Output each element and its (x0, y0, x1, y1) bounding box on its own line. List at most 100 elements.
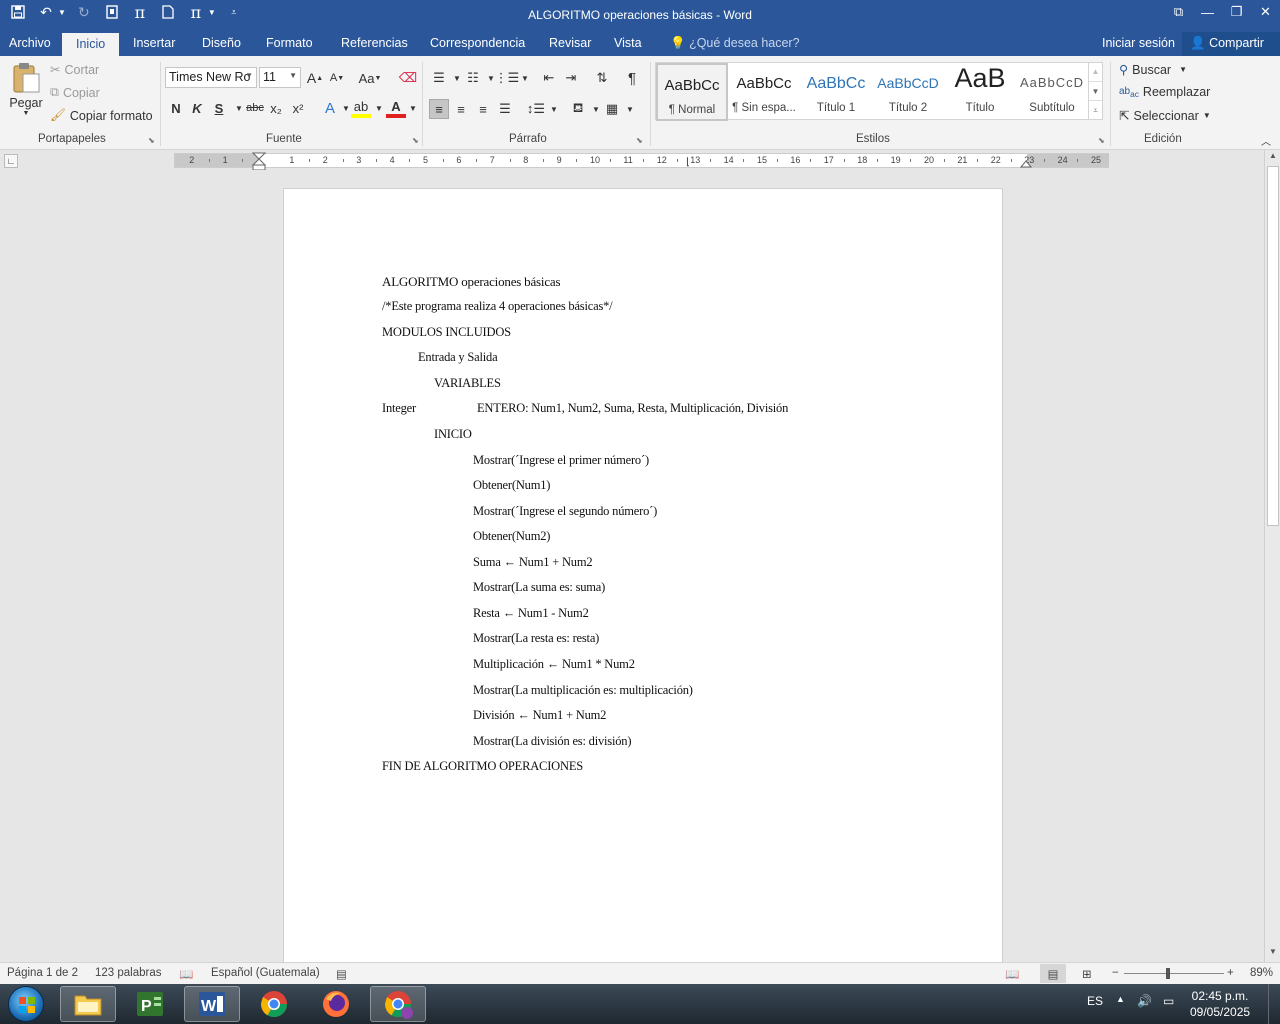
style-heading-2[interactable]: AaBbCcD Título 2 (872, 63, 944, 121)
highlight-button[interactable]: ab (351, 98, 371, 118)
indent-marker-icon[interactable] (252, 152, 266, 172)
tell-me-search[interactable]: 💡 ¿Qué desea hacer? (670, 36, 800, 51)
scroll-down-icon[interactable]: ▼ (1265, 947, 1280, 961)
taskbar-word[interactable]: W (184, 986, 240, 1022)
close-button[interactable]: ✕ (1251, 0, 1280, 24)
macro-icon[interactable]: ▤ (336, 967, 347, 981)
font-size-dropdown-icon[interactable]: ▼ (289, 71, 297, 80)
doc-line[interactable]: Suma ← Num1 + Num2 (473, 555, 593, 570)
zoom-in-button[interactable]: + (1227, 967, 1234, 979)
doc-line[interactable]: MODULOS INCLUIDOS (382, 325, 511, 340)
doc-line[interactable]: Obtener(Num2) (473, 529, 550, 544)
doc-line[interactable]: INICIO (434, 427, 472, 442)
multilevel-list-button[interactable]: ⋮☰ (495, 68, 520, 88)
clipboard-launcher-icon[interactable]: ⬊ (148, 136, 155, 145)
doc-line[interactable]: ALGORITMO operaciones básicas (382, 274, 561, 290)
tab-diseno[interactable]: Diseño (202, 36, 241, 50)
zoom-level[interactable]: 89% (1250, 967, 1273, 979)
change-case-button[interactable]: Aa ▼ (356, 68, 384, 88)
action-center-icon[interactable]: ▭ (1163, 994, 1174, 1008)
read-mode-button[interactable]: 📖 (1005, 967, 1019, 981)
doc-line[interactable]: Obtener(Num1) (473, 478, 550, 493)
proofing-icon[interactable]: 📖 (179, 967, 193, 981)
horizontal-ruler[interactable]: 2 1 1 2 3 4 5 6 7 8 9 10 11 12 13 14 15 16 17 18 19 20 21 22 23 2… (174, 153, 1109, 168)
borders-button[interactable]: ▦ (602, 99, 622, 119)
style-title[interactable]: AaB Título (944, 63, 1016, 121)
select-dropdown-icon[interactable]: ▼ (1203, 111, 1211, 120)
doc-line[interactable]: ENTERO: Num1, Num2, Suma, Resta, Multipl… (477, 401, 788, 416)
language-indicator[interactable]: Español (Guatemala) (211, 967, 320, 979)
taskbar-chrome-profile[interactable] (370, 986, 426, 1022)
font-size-box[interactable]: 11 ▼ (259, 67, 301, 88)
print-layout-button[interactable]: ▤ (1040, 964, 1066, 983)
page-count[interactable]: Página 1 de 2 (7, 967, 78, 979)
strikethrough-button[interactable]: abc (244, 98, 266, 118)
style-heading-1[interactable]: AaBbCc Título 1 (800, 63, 872, 121)
zoom-slider[interactable] (1124, 968, 1224, 979)
zoom-slider-thumb[interactable] (1166, 968, 1170, 979)
line-spacing-button[interactable]: ↕☰ (526, 99, 546, 119)
styles-scroll-up-icon[interactable]: ▲ (1089, 62, 1102, 81)
numbering-button[interactable]: ☷ (463, 68, 483, 88)
doc-line[interactable]: Mostrar(La resta es: resta) (473, 631, 599, 646)
style-subtitle[interactable]: AaBbCcD Subtítulo (1016, 63, 1088, 121)
underline-button[interactable]: S (209, 98, 229, 118)
format-painter-button[interactable]: 🖌 Copiar formato (50, 108, 153, 123)
subscript-button[interactable]: x₂ (266, 98, 286, 118)
scroll-thumb[interactable] (1267, 166, 1279, 526)
taskbar-clock[interactable]: 02:45 p.m. 09/05/2025 (1190, 988, 1250, 1020)
tab-vista[interactable]: Vista (614, 36, 642, 50)
align-center-button[interactable]: ≡ (451, 99, 471, 119)
doc-line[interactable]: Mostrar(´Ingrese el segundo número´) (473, 504, 657, 519)
tab-referencias[interactable]: Referencias (341, 36, 408, 50)
style-normal[interactable]: AaBbCc ¶ Normal (656, 63, 728, 121)
cut-button[interactable]: ✂ Cortar (50, 62, 99, 78)
start-button[interactable] (8, 986, 44, 1022)
justify-button[interactable]: ☰ (495, 99, 515, 119)
tab-stop-marker-icon[interactable]: ⌊ (686, 157, 690, 168)
grow-font-button[interactable]: A ▲ (305, 68, 325, 88)
taskbar-firefox[interactable] (308, 986, 364, 1022)
superscript-button[interactable]: x² (288, 98, 308, 118)
tab-correspondencia[interactable]: Correspondencia (430, 36, 525, 50)
word-count[interactable]: 123 palabras (95, 967, 162, 979)
decrease-indent-button[interactable]: ⇤ (539, 68, 559, 88)
line-spacing-dropdown-icon[interactable]: ▼ (544, 99, 564, 119)
styles-scrollbar[interactable]: ▲ ▼ ⩡ (1088, 62, 1102, 120)
italic-button[interactable]: K (187, 98, 207, 118)
doc-line[interactable]: FIN DE ALGORITMO OPERACIONES (382, 759, 583, 774)
find-dropdown-icon[interactable]: ▼ (1179, 65, 1187, 74)
doc-line[interactable]: Entrada y Salida (418, 350, 498, 365)
doc-line[interactable]: Resta ← Num1 - Num2 (473, 606, 589, 621)
tab-archivo[interactable]: Archivo (9, 36, 51, 50)
doc-line[interactable]: Integer (382, 401, 416, 416)
clear-formatting-button[interactable]: ⌫ (398, 68, 418, 88)
borders-dropdown-icon[interactable]: ▼ (620, 99, 640, 119)
show-desktop-button[interactable] (1268, 984, 1280, 1024)
zoom-out-button[interactable]: − (1112, 967, 1119, 979)
font-name-dropdown-icon[interactable]: ▼ (245, 71, 253, 80)
align-right-button[interactable]: ≡ (473, 99, 493, 119)
show-marks-button[interactable]: ¶ (622, 68, 642, 88)
align-left-button[interactable]: ≡ (429, 99, 449, 119)
font-launcher-icon[interactable]: ⬊ (412, 136, 419, 145)
show-hidden-icons[interactable]: ▲ (1116, 994, 1125, 1004)
paste-button[interactable]: Pegar ▼ (8, 62, 44, 117)
minimize-button[interactable]: — (1193, 0, 1222, 24)
styles-more-icon[interactable]: ⩡ (1089, 100, 1102, 119)
doc-line[interactable]: Mostrar(La división es: división) (473, 734, 632, 749)
sign-in-link[interactable]: Iniciar sesión (1102, 36, 1175, 50)
doc-line[interactable]: /*Este programa realiza 4 operaciones bá… (382, 299, 613, 314)
font-color-dropdown-icon[interactable]: ▼ (403, 98, 423, 118)
language-indicator-taskbar[interactable]: ES (1087, 994, 1103, 1008)
taskbar-project[interactable]: P (122, 986, 178, 1022)
bullets-button[interactable]: ☰ (429, 68, 449, 88)
font-name-box[interactable]: Times New Ro ▼ (165, 67, 257, 88)
shrink-font-button[interactable]: A ▼ (327, 68, 347, 88)
restore-button[interactable]: ❐ (1222, 0, 1251, 24)
tab-insertar[interactable]: Insertar (133, 36, 175, 50)
bold-button[interactable]: N (166, 98, 186, 118)
style-no-spacing[interactable]: AaBbCc ¶ Sin espa... (728, 63, 800, 121)
increase-indent-button[interactable]: ⇥ (561, 68, 581, 88)
taskbar-file-explorer[interactable] (60, 986, 116, 1022)
